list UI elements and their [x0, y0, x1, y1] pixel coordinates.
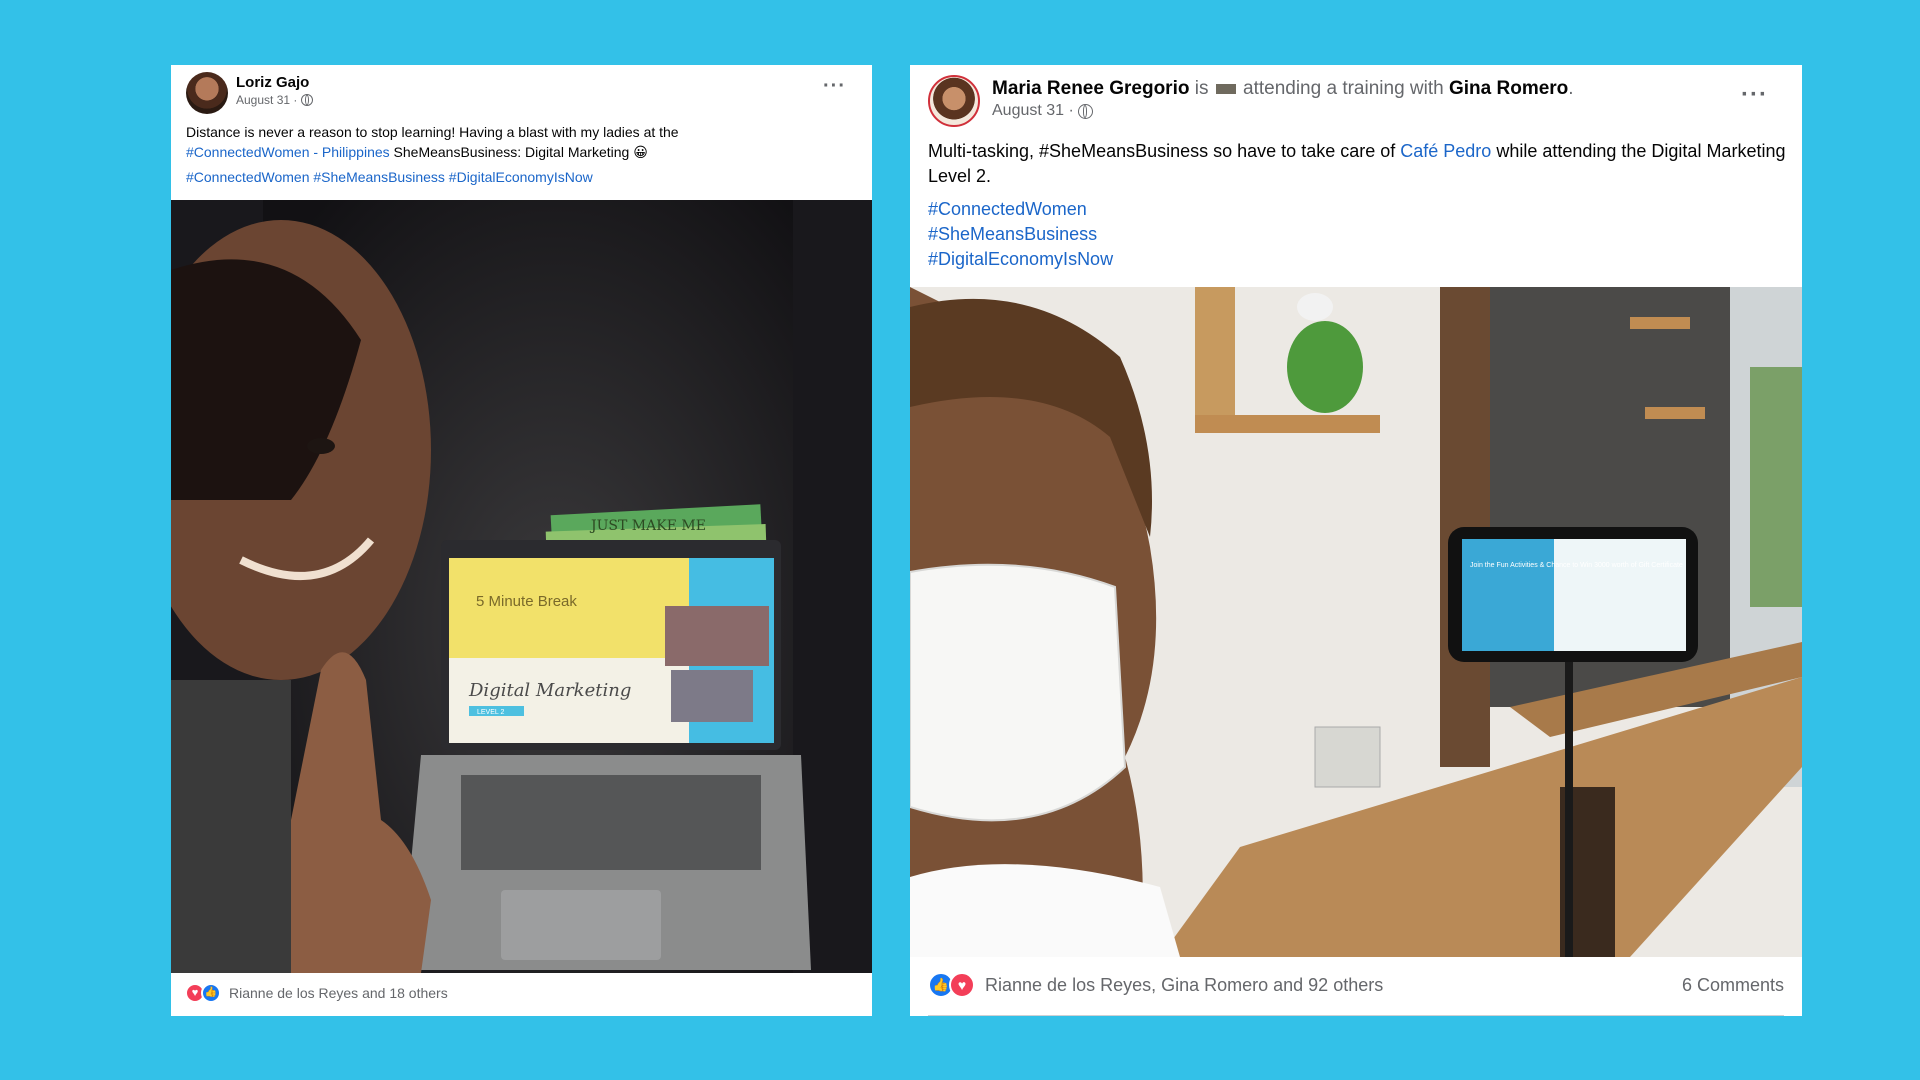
post-text-tail: SheMeansBusiness: Digital Marketing — [389, 144, 630, 160]
activity-text: attending a training with — [1237, 78, 1449, 99]
tagged-user[interactable]: Gina Romero — [1449, 78, 1568, 99]
post-date[interactable]: August 31 · — [992, 102, 1074, 120]
like-reaction-icon: 👍 — [201, 982, 221, 1003]
author-avatar[interactable] — [928, 75, 980, 127]
photo-illustration: JUST MAKE ME 5 Minute Break Digital Mark… — [171, 200, 872, 973]
comments-count[interactable]: 6 Comments — [1682, 975, 1784, 996]
reactions-bar[interactable]: ♥ 👍 Rianne de los Reyes and 18 others — [185, 980, 448, 1005]
post-text-start: Multi-tasking, #SheMeansBusiness so have… — [928, 141, 1401, 161]
author-name[interactable]: Maria Renee Gregorio — [992, 78, 1189, 99]
screen-title: 5 Minute Break — [476, 593, 577, 610]
post-photo[interactable]: Join the Fun Activities & Chance to Win … — [910, 287, 1802, 957]
book-text: JUST MAKE ME — [589, 518, 706, 534]
reactions-bar: 👍 ♥ Rianne de los Reyes, Gina Romero and… — [928, 970, 1784, 1000]
page-link[interactable]: Café Pedro — [1400, 141, 1491, 161]
author-name[interactable]: Loriz Gajo — [236, 74, 309, 91]
activity-is: is — [1189, 78, 1214, 99]
post-meta: August 31 · — [992, 102, 1093, 120]
love-reaction-icon: ♥ — [949, 972, 975, 998]
hashtag-link[interactable]: #ConnectedWomen — [186, 169, 309, 185]
hashtags: #ConnectedWomen #SheMeansBusiness #Digit… — [928, 197, 1113, 272]
hashtag-link[interactable]: #SheMeansBusiness — [313, 169, 445, 185]
post-text: Distance is never a reason to stop learn… — [186, 122, 846, 162]
globe-icon — [1077, 103, 1093, 119]
post-card-maria: Maria Renee Gregorio is attending a trai… — [910, 65, 1802, 1016]
hashtag-link[interactable]: #DigitalEconomyIsNow — [928, 247, 1113, 272]
hashtag-link[interactable]: #DigitalEconomyIsNow — [449, 169, 593, 185]
post-text-line: Distance is never a reason to stop learn… — [186, 124, 679, 140]
grinning-emoji-icon: 😀 — [633, 144, 648, 160]
post-text: Multi-tasking, #SheMeansBusiness so have… — [928, 139, 1788, 189]
globe-icon — [301, 94, 314, 106]
post-header: Maria Renee Gregorio is attending a trai… — [992, 78, 1574, 100]
photo-illustration: Join the Fun Activities & Chance to Win … — [910, 287, 1802, 957]
reactions-summary[interactable]: Rianne de los Reyes, Gina Romero and 92 … — [985, 975, 1383, 996]
screen-badge: LEVEL 2 — [477, 709, 504, 716]
activity-end: . — [1568, 78, 1574, 99]
post-date[interactable]: August 31 · — [236, 93, 297, 107]
hashtag-link[interactable]: #SheMeansBusiness — [928, 222, 1113, 247]
footer-divider — [928, 1015, 1784, 1016]
more-options-button[interactable]: ··· — [823, 75, 846, 98]
phone-screen-text: Join the Fun Activities & Chance to Win … — [1470, 562, 1683, 569]
more-options-button[interactable]: ··· — [1741, 81, 1768, 109]
reactions-summary[interactable]: Rianne de los Reyes and 18 others — [229, 985, 448, 1001]
post-card-loriz: Loriz Gajo August 31 · ··· Distance is n… — [171, 65, 872, 1016]
post-photo[interactable]: JUST MAKE ME 5 Minute Break Digital Mark… — [171, 200, 872, 973]
author-avatar[interactable] — [186, 72, 228, 114]
post-meta: August 31 · — [236, 93, 314, 107]
laptop-activity-icon — [1215, 83, 1236, 94]
hashtag-link[interactable]: #ConnectedWomen — [928, 197, 1113, 222]
screen-script: Digital Marketing — [468, 680, 631, 701]
hashtags: #ConnectedWomen #SheMeansBusiness #Digit… — [186, 169, 593, 185]
page-link[interactable]: #ConnectedWomen - Philippines — [186, 144, 390, 160]
